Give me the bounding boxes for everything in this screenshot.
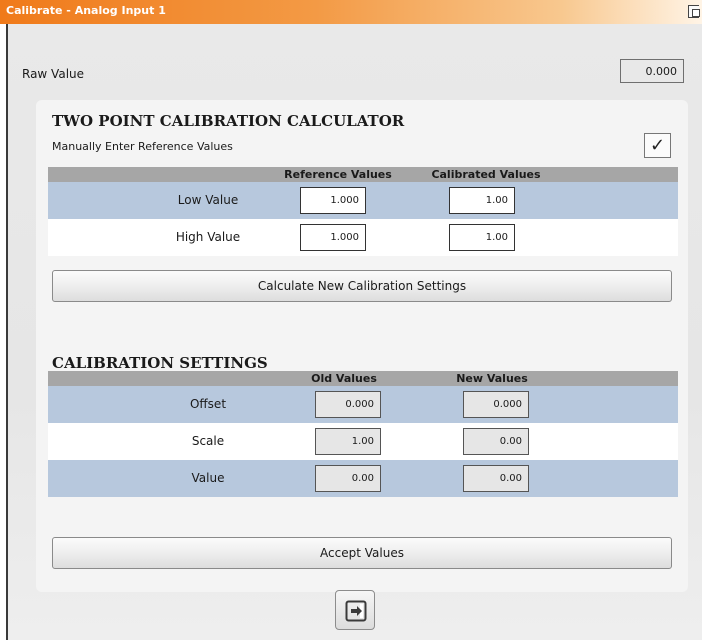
checkmark-icon: ✓ [649,135,666,156]
row-label: High Value [175,230,241,244]
exit-door-icon [345,600,367,622]
raw-value-label: Raw Value [22,67,85,81]
window-restore-icon[interactable] [688,5,700,18]
low-calibrated-input[interactable]: 1.00 [449,187,515,214]
table-row-high-value: High Value 1.000 1.00 [48,219,678,256]
calibration-settings-panel: CALIBRATION SETTINGS Old Values New Valu… [36,342,688,592]
calculate-calibration-button[interactable]: Calculate New Calibration Settings [52,270,672,302]
table-row-offset: Offset 0.000 0.000 [48,386,678,423]
col-new-values: New Values [456,372,528,385]
settings-table-header: Old Values New Values [48,371,678,386]
row-label: Scale [191,434,225,448]
row-label: Value [191,471,225,485]
col-old-values: Old Values [311,372,377,385]
table-row-scale: Scale 1.00 0.00 [48,423,678,460]
row-label: Offset [189,397,227,411]
col-calibrated-values: Calibrated Values [431,168,541,181]
scale-new-value: 0.00 [463,428,529,455]
left-frame-edge [0,0,8,640]
offset-new-value: 0.000 [463,391,529,418]
calibration-calculator-panel: TWO POINT CALIBRATION CALCULATOR Manuall… [36,100,688,354]
col-reference-values: Reference Values [284,168,392,181]
table-row-low-value: Low Value 1.000 1.00 [48,182,678,219]
window-title: Calibrate - Analog Input 1 [6,4,166,17]
manual-reference-label: Manually Enter Reference Values [52,140,233,153]
title-bar[interactable]: Calibrate - Analog Input 1 [0,0,702,24]
offset-old-value: 0.000 [315,391,381,418]
low-reference-input[interactable]: 1.000 [300,187,366,214]
accept-values-button[interactable]: Accept Values [52,537,672,569]
settings-title: CALIBRATION SETTINGS [52,354,268,372]
value-new-value: 0.00 [463,465,529,492]
scale-old-value: 1.00 [315,428,381,455]
calculator-title: TWO POINT CALIBRATION CALCULATOR [52,112,405,130]
table-row-value: Value 0.00 0.00 [48,460,678,497]
exit-button[interactable] [335,590,375,630]
manual-reference-checkbox[interactable]: ✓ [644,133,671,158]
row-label: Low Value [177,193,239,207]
high-reference-input[interactable]: 1.000 [300,224,366,251]
value-old-value: 0.00 [315,465,381,492]
high-calibrated-input[interactable]: 1.00 [449,224,515,251]
raw-value-display: 0.000 [620,59,684,83]
calculator-table-header: Reference Values Calibrated Values [48,167,678,182]
dialog-body: Raw Value 0.000 TWO POINT CALIBRATION CA… [8,24,702,640]
